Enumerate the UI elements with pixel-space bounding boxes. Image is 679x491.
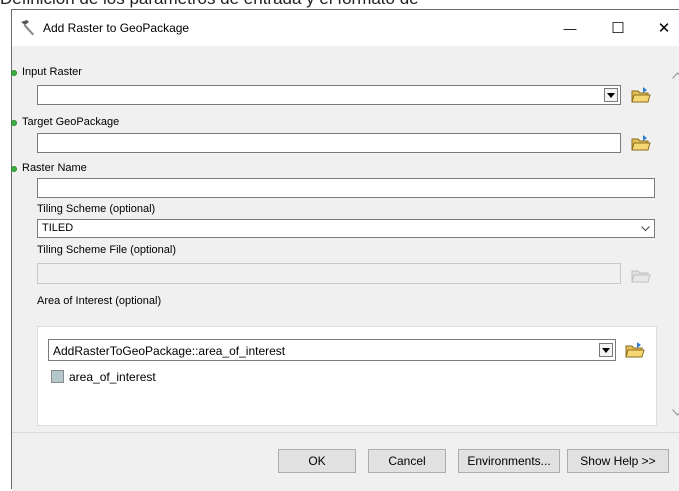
tiling-scheme-label: Tiling Scheme (optional) — [37, 203, 156, 215]
raster-name-label: Raster Name — [22, 162, 87, 174]
tiling-scheme-file-label: Tiling Scheme File (optional) — [37, 244, 176, 256]
browse-folder-button-disabled[interactable] — [629, 263, 653, 287]
open-folder-icon — [631, 270, 651, 283]
browse-folder-button[interactable] — [629, 83, 653, 107]
tiling-scheme-file-input[interactable] — [37, 263, 621, 284]
close-button[interactable]: ✕ — [643, 10, 679, 46]
add-raster-dialog: Add Raster to GeoPackage — ☐ ✕ Input Ras… — [11, 9, 679, 491]
required-dot-icon — [11, 70, 17, 76]
maximize-icon: ☐ — [611, 20, 625, 37]
browse-folder-button[interactable] — [629, 131, 653, 155]
maximize-button[interactable]: ☐ — [597, 10, 639, 46]
polygon-legend-swatch — [51, 370, 64, 383]
required-dot-icon — [11, 166, 17, 172]
background-heading-text: Definición de los parámetros de entrada … — [0, 0, 419, 9]
hammer-icon — [21, 20, 34, 36]
target-geopackage-input[interactable] — [37, 133, 621, 153]
close-icon: ✕ — [657, 20, 671, 37]
required-dot-icon — [11, 120, 17, 126]
environments-button[interactable]: Environments... — [458, 449, 560, 473]
input-raster-label: Input Raster — [22, 66, 82, 78]
browse-folder-button[interactable] — [623, 338, 647, 362]
scroll-down-icon — [672, 409, 679, 416]
minimize-icon: — — [563, 20, 577, 36]
area-of-interest-combo[interactable]: AddRasterToGeoPackage::area_of_interest — [48, 339, 616, 361]
show-help-button[interactable]: Show Help >> — [567, 449, 669, 473]
raster-name-input[interactable] — [37, 178, 655, 198]
title-bar: Add Raster to GeoPackage — ☐ ✕ — [12, 10, 679, 46]
vertical-scrollbar[interactable] — [669, 46, 679, 432]
target-geopackage-label: Target GeoPackage — [22, 116, 120, 128]
dropdown-arrow-icon[interactable] — [604, 88, 618, 102]
open-folder-icon — [625, 342, 645, 358]
cancel-button[interactable]: Cancel — [368, 449, 446, 473]
dialog-footer: OK Cancel Environments... Show Help >> — [12, 432, 679, 491]
open-folder-icon — [631, 87, 651, 103]
input-raster-combo[interactable] — [37, 85, 621, 105]
open-folder-icon — [631, 135, 651, 151]
dropdown-arrow-icon[interactable] — [599, 343, 613, 357]
area-of-interest-value: AddRasterToGeoPackage::area_of_interest — [53, 344, 286, 358]
tiling-scheme-select[interactable]: TILED — [37, 219, 655, 238]
area-of-interest-legend-label: area_of_interest — [69, 370, 156, 384]
area-of-interest-label: Area of Interest (optional) — [37, 295, 162, 307]
tiling-scheme-value: TILED — [42, 222, 74, 234]
area-of-interest-group: AddRasterToGeoPackage::area_of_interest … — [37, 326, 657, 426]
ok-button[interactable]: OK — [278, 449, 356, 473]
parameters-panel: Input Raster Target GeoPackage Raster Na… — [11, 46, 679, 432]
minimize-button[interactable]: — — [549, 10, 591, 46]
scroll-up-icon — [672, 72, 679, 79]
chevron-down-icon — [641, 226, 650, 232]
window-title: Add Raster to GeoPackage — [43, 21, 190, 35]
